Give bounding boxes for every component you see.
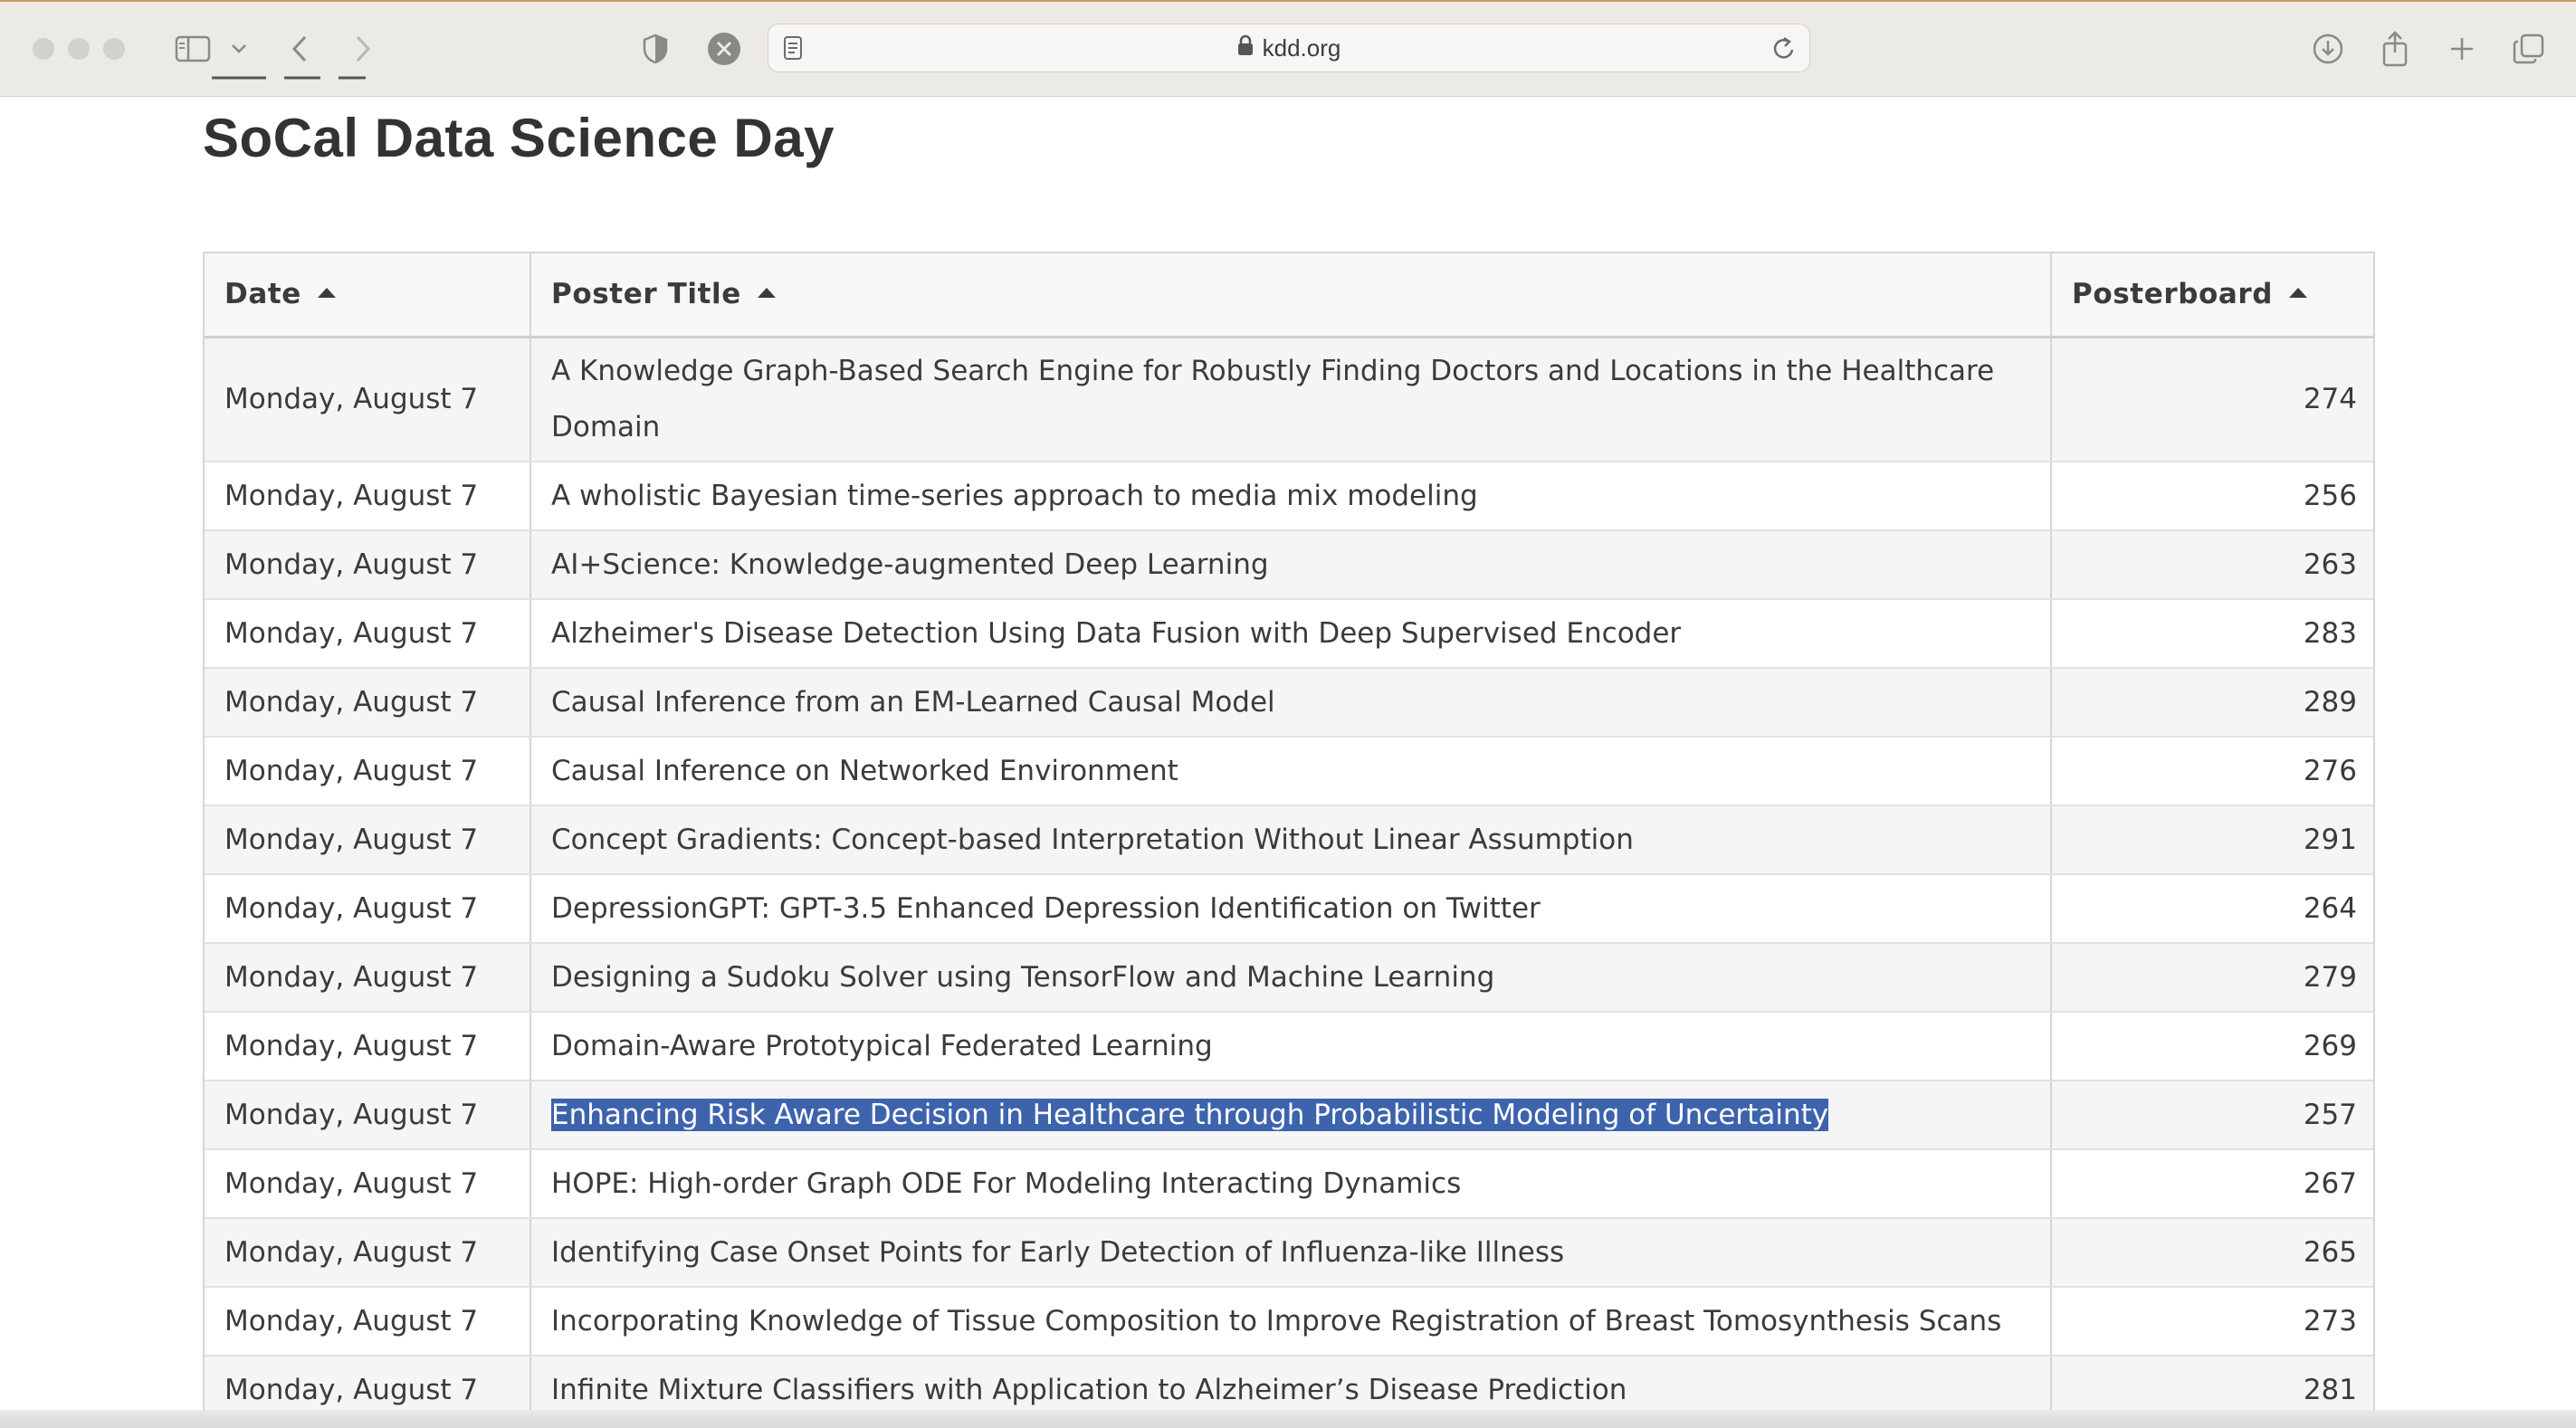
close-circle-icon[interactable] bbox=[706, 27, 742, 71]
window-minimize-control[interactable] bbox=[68, 38, 90, 60]
table-row: Monday, August 7 Domain-Aware Prototypic… bbox=[205, 1012, 2373, 1081]
column-header-posterboard[interactable]: Posterboard bbox=[2051, 253, 2373, 338]
share-icon[interactable] bbox=[2377, 27, 2413, 71]
table-row: Monday, August 7 Causal Inference from a… bbox=[205, 668, 2373, 738]
page-title: SoCal Data Science Day bbox=[203, 108, 835, 168]
shield-icon[interactable] bbox=[639, 27, 672, 71]
poster-title-cell: Designing a Sudoku Solver using TensorFl… bbox=[530, 943, 2052, 1013]
poster-title-cell: Causal Inference from an EM-Learned Caus… bbox=[530, 668, 2052, 738]
date-cell: Monday, August 7 bbox=[205, 1287, 531, 1357]
table-row: Monday, August 7 Incorporating Knowledge… bbox=[205, 1287, 2373, 1357]
date-cell: Monday, August 7 bbox=[205, 462, 531, 531]
posterboard-cell: 257 bbox=[2051, 1081, 2373, 1150]
poster-title-cell: A wholistic Bayesian time-series approac… bbox=[530, 462, 2052, 531]
back-icon[interactable] bbox=[286, 27, 313, 71]
date-cell: Monday, August 7 bbox=[205, 1012, 531, 1081]
date-cell: Monday, August 7 bbox=[205, 668, 531, 738]
table-row: Monday, August 7 AI+Science: Knowledge-a… bbox=[205, 530, 2373, 600]
date-cell: Monday, August 7 bbox=[205, 599, 531, 669]
toolbar-accent-line bbox=[0, 0, 2576, 2]
table-row: Monday, August 7 A Knowledge Graph-Based… bbox=[205, 337, 2373, 462]
selected-text-highlight[interactable]: Enhancing Risk Aware Decision in Healthc… bbox=[551, 1099, 1829, 1131]
sort-ascending-icon[interactable] bbox=[757, 288, 776, 299]
column-header-label: Poster Title bbox=[551, 278, 741, 311]
window-close-control[interactable] bbox=[33, 38, 54, 60]
cut-off-text-above bbox=[203, 76, 492, 98]
table-row: Monday, August 7 Enhancing Risk Aware De… bbox=[205, 1081, 2373, 1150]
window-bottom-edge bbox=[0, 1410, 2576, 1428]
address-bar[interactable]: kdd.org bbox=[768, 24, 1810, 72]
posterboard-cell: 264 bbox=[2051, 874, 2373, 944]
poster-title-cell: HOPE: High-order Graph ODE For Modeling … bbox=[530, 1149, 2052, 1219]
window-zoom-control[interactable] bbox=[103, 38, 125, 60]
tabs-overview-icon[interactable] bbox=[2511, 27, 2547, 71]
sidebar-icon[interactable] bbox=[170, 27, 215, 71]
table-row: Monday, August 7 HOPE: High-order Graph … bbox=[205, 1149, 2373, 1219]
posterboard-cell: 276 bbox=[2051, 737, 2373, 806]
poster-title-cell: Incorporating Knowledge of Tissue Compos… bbox=[530, 1287, 2052, 1357]
table-row: Monday, August 7 Alzheimer's Disease Det… bbox=[205, 599, 2373, 669]
sort-ascending-icon[interactable] bbox=[317, 288, 336, 299]
poster-title-cell: Identifying Case Onset Points for Early … bbox=[530, 1218, 2052, 1288]
table-row: Monday, August 7 Identifying Case Onset … bbox=[205, 1218, 2373, 1288]
column-header-label: Posterboard bbox=[2072, 278, 2274, 311]
posterboard-cell: 267 bbox=[2051, 1149, 2373, 1219]
posterboard-cell: 269 bbox=[2051, 1012, 2373, 1081]
date-cell: Monday, August 7 bbox=[205, 805, 531, 875]
poster-title-cell: Domain-Aware Prototypical Federated Lear… bbox=[530, 1012, 2052, 1081]
url-text[interactable]: kdd.org bbox=[1263, 34, 1341, 62]
date-cell: Monday, August 7 bbox=[205, 737, 531, 806]
table-row: Monday, August 7 A wholistic Bayesian ti… bbox=[205, 462, 2373, 531]
reload-icon[interactable] bbox=[1771, 35, 1797, 67]
lock-icon bbox=[1237, 34, 1254, 62]
forward-icon[interactable] bbox=[349, 27, 377, 71]
date-cell: Monday, August 7 bbox=[205, 1081, 531, 1150]
posterboard-cell: 256 bbox=[2051, 462, 2373, 531]
column-header-poster-title[interactable]: Poster Title bbox=[530, 253, 2052, 338]
posterboard-cell: 291 bbox=[2051, 805, 2373, 875]
posterboard-cell: 283 bbox=[2051, 599, 2373, 669]
new-tab-icon[interactable] bbox=[2444, 27, 2480, 71]
posterboard-cell: 273 bbox=[2051, 1287, 2373, 1357]
posterboard-cell: 263 bbox=[2051, 530, 2373, 600]
table-header-row: Date Poster Title Posterboard bbox=[205, 253, 2373, 338]
column-header-date[interactable]: Date bbox=[205, 253, 531, 338]
poster-title-cell: A Knowledge Graph-Based Search Engine fo… bbox=[530, 337, 2052, 462]
date-cell: Monday, August 7 bbox=[205, 337, 531, 462]
posterboard-cell: 265 bbox=[2051, 1218, 2373, 1288]
table-row: Monday, August 7 DepressionGPT: GPT-3.5 … bbox=[205, 874, 2373, 944]
date-cell: Monday, August 7 bbox=[205, 530, 531, 600]
chevron-down-icon[interactable] bbox=[228, 27, 250, 71]
poster-title-cell: DepressionGPT: GPT-3.5 Enhanced Depressi… bbox=[530, 874, 2052, 944]
date-cell: Monday, August 7 bbox=[205, 1149, 531, 1219]
poster-title-cell: Alzheimer's Disease Detection Using Data… bbox=[530, 599, 2052, 669]
download-icon[interactable] bbox=[2310, 27, 2346, 71]
posterboard-cell: 274 bbox=[2051, 337, 2373, 462]
table-row: Monday, August 7 Concept Gradients: Conc… bbox=[205, 805, 2373, 875]
poster-title-cell: Enhancing Risk Aware Decision in Healthc… bbox=[530, 1081, 2052, 1150]
posters-table: Date Poster Title Posterboard Monday, Au… bbox=[203, 252, 2375, 1427]
date-cell: Monday, August 7 bbox=[205, 874, 531, 944]
poster-title-cell: AI+Science: Knowledge-augmented Deep Lea… bbox=[530, 530, 2052, 600]
poster-title-cell: Causal Inference on Networked Environmen… bbox=[530, 737, 2052, 806]
sort-ascending-icon[interactable] bbox=[2289, 288, 2308, 299]
table-row: Monday, August 7 Designing a Sudoku Solv… bbox=[205, 943, 2373, 1013]
posterboard-cell: 279 bbox=[2051, 943, 2373, 1013]
date-cell: Monday, August 7 bbox=[205, 1218, 531, 1288]
date-cell: Monday, August 7 bbox=[205, 943, 531, 1013]
posterboard-cell: 289 bbox=[2051, 668, 2373, 738]
table-row: Monday, August 7 Causal Inference on Net… bbox=[205, 737, 2373, 806]
poster-title-cell: Concept Gradients: Concept-based Interpr… bbox=[530, 805, 2052, 875]
column-header-label: Date bbox=[224, 278, 301, 311]
